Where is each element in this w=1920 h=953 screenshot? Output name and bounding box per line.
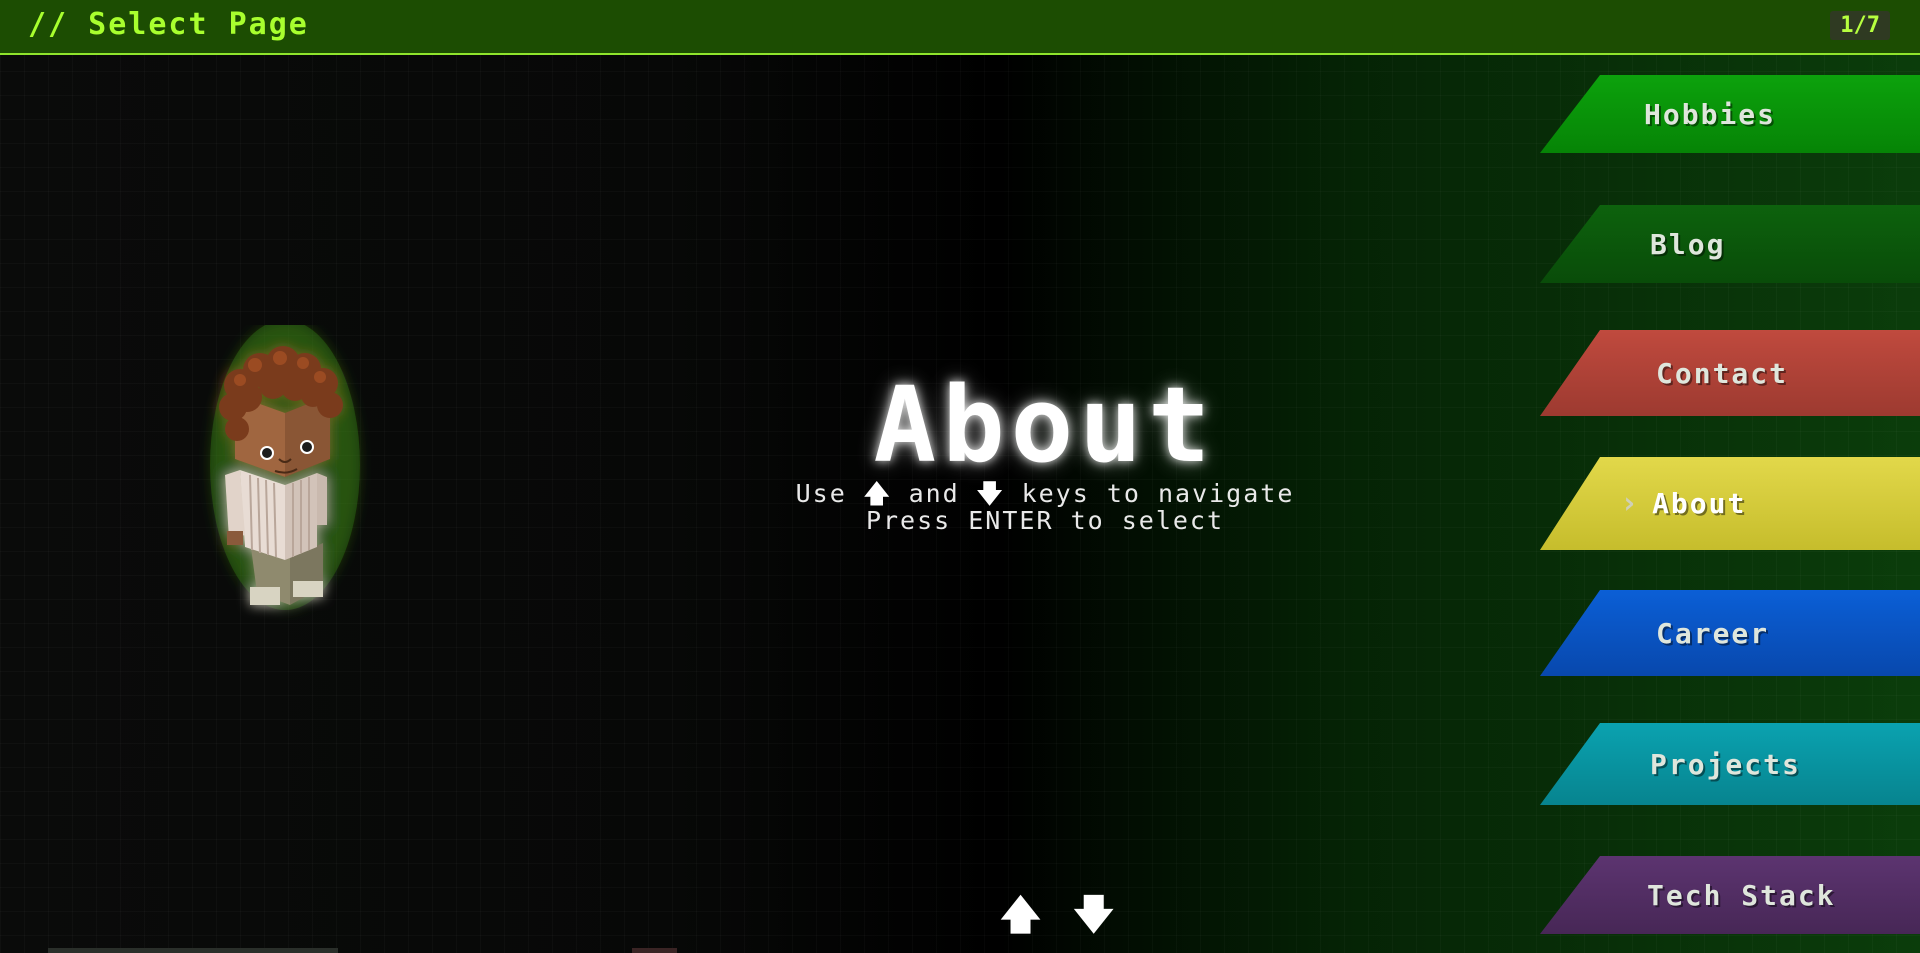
- bottom-strip-accent: [632, 948, 677, 953]
- down-arrow-icon[interactable]: 🡇: [1073, 895, 1114, 935]
- page-title: // Select Page: [28, 7, 309, 42]
- navigation-instruction: Use 🡅 and 🡇 keys to navigate: [640, 480, 1450, 507]
- avatar: [195, 320, 395, 625]
- nav-arrows: 🡅 🡇: [1000, 895, 1114, 935]
- menu-item-career[interactable]: Career: [1540, 590, 1920, 676]
- down-arrow-icon: 🡇: [976, 479, 1005, 508]
- instruction-use: Use: [795, 479, 847, 508]
- menu-item-label: Blog: [1650, 227, 1726, 261]
- page-root: // Select Page 1/7 About Use 🡅 and 🡇 key…: [0, 0, 1920, 953]
- chevron-right-icon: ›: [1620, 486, 1639, 521]
- menu-item-label: Hobbies: [1644, 97, 1777, 131]
- instruction-and: and: [908, 479, 960, 508]
- menu-item-blog[interactable]: Blog: [1540, 205, 1920, 283]
- topbar: // Select Page 1/7: [0, 0, 1920, 55]
- menu-item-tech-stack[interactable]: Tech Stack: [1540, 856, 1920, 934]
- up-arrow-icon[interactable]: 🡅: [1000, 895, 1041, 935]
- bottom-strip: [48, 948, 338, 953]
- lego-minifigure-avatar-icon: [210, 320, 360, 610]
- menu-item-label: Career: [1656, 616, 1770, 650]
- menu-item-label: Contact: [1656, 356, 1789, 390]
- up-arrow-icon: 🡅: [863, 479, 892, 508]
- menu-item-label: About: [1652, 487, 1747, 520]
- menu-item-label: Tech Stack: [1647, 878, 1836, 912]
- selected-page-title: About: [873, 364, 1217, 486]
- menu-item-projects[interactable]: Projects: [1540, 723, 1920, 805]
- menu-item-about[interactable]: › About: [1540, 457, 1920, 550]
- menu-item-hobbies[interactable]: Hobbies: [1540, 75, 1920, 153]
- menu-item-contact[interactable]: Contact: [1540, 330, 1920, 416]
- menu-item-label: Projects: [1650, 747, 1801, 781]
- page-counter-badge: 1/7: [1830, 11, 1890, 40]
- select-instruction: Press ENTER to select: [865, 506, 1225, 535]
- instruction-rest: keys to navigate: [1021, 479, 1295, 508]
- center-panel: About Use 🡅 and 🡇 keys to navigate Press…: [640, 370, 1450, 534]
